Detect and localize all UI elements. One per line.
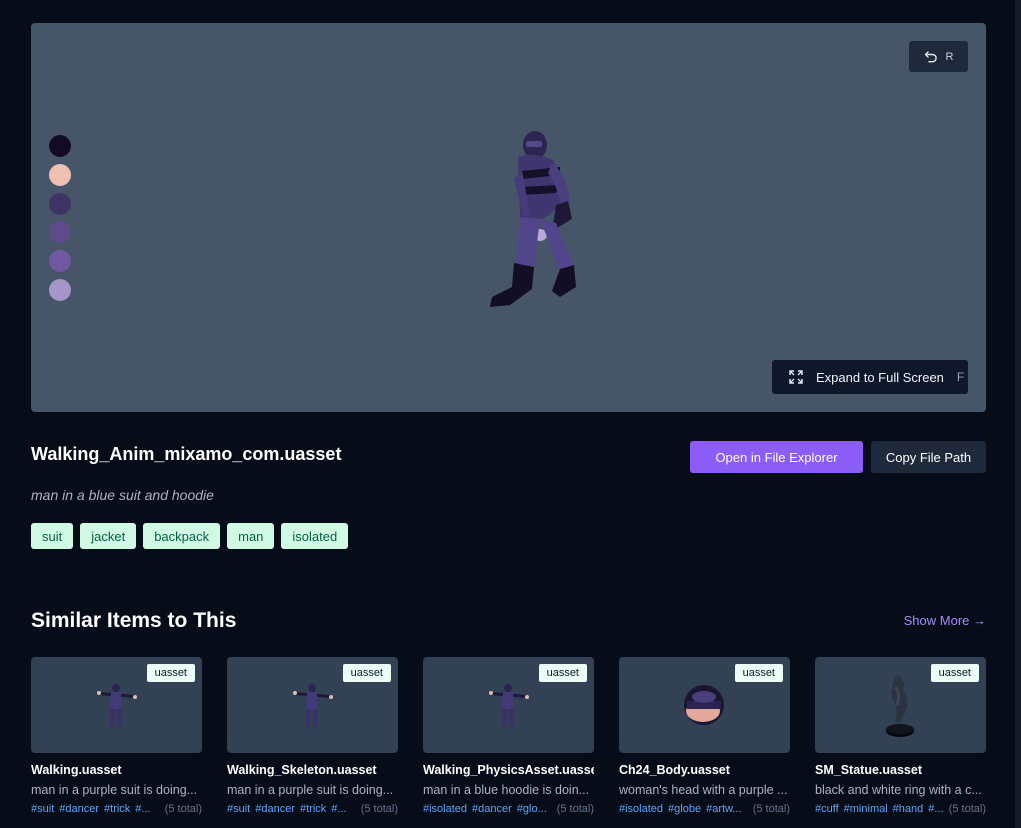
item-tag-total: (5 total): [948, 803, 986, 815]
item-tags: #suit #dancer #trick #... (5 total): [31, 803, 202, 815]
similar-item-card[interactable]: uasset Walking_PhysicsAsset.uasset man i…: [423, 657, 594, 815]
fullscreen-icon: [789, 370, 803, 384]
show-more-link[interactable]: Show More →: [904, 613, 986, 628]
item-tag-truncated: #glo...: [516, 803, 547, 815]
item-tag[interactable]: #dancer: [472, 803, 512, 815]
item-tag-truncated: #...: [928, 803, 944, 815]
similar-items-heading: Similar Items to This: [31, 609, 237, 632]
item-name: Ch24_Body.uasset: [619, 763, 730, 777]
item-tag-total: (5 total): [556, 803, 594, 815]
reset-view-button[interactable]: R: [909, 41, 968, 72]
item-name: Walking.uasset: [31, 763, 122, 777]
color-swatch: [49, 221, 71, 244]
item-tags: #isolated #globe #artw... (5 total): [619, 803, 790, 815]
item-tag[interactable]: #minimal: [844, 803, 888, 815]
expand-label: Expand to Full Screen: [816, 369, 944, 385]
item-thumbnail: uasset: [227, 657, 398, 753]
item-tag-truncated: #...: [331, 803, 347, 815]
similar-item-card[interactable]: uasset Ch24_Body.uasset woman's head wit…: [619, 657, 790, 815]
tag-chip[interactable]: man: [227, 523, 275, 549]
item-tag-truncated: #artw...: [706, 803, 742, 815]
item-tag[interactable]: #suit: [227, 803, 250, 815]
color-swatch: [49, 278, 71, 301]
item-tag-total: (5 total): [360, 803, 398, 815]
asset-title: Walking_Anim_mixamo_com.uasset: [31, 444, 342, 464]
undo-icon: [924, 50, 937, 62]
file-type-badge: uasset: [734, 664, 783, 682]
item-tag[interactable]: #dancer: [255, 803, 295, 815]
character-model: [490, 131, 576, 307]
open-in-file-explorer-button[interactable]: Open in File Explorer: [690, 441, 863, 473]
tag-chip[interactable]: jacket: [80, 523, 137, 549]
item-thumbnail: uasset: [815, 657, 986, 753]
item-tag[interactable]: #hand: [893, 803, 924, 815]
item-name: SM_Statue.uasset: [815, 763, 922, 777]
expand-fullscreen-button[interactable]: Expand to Full Screen F: [772, 360, 968, 394]
item-tag[interactable]: #isolated: [619, 803, 663, 815]
tag-chip[interactable]: suit: [31, 523, 74, 549]
item-description: man in a purple suit is doing...: [31, 783, 198, 797]
color-swatch: [49, 250, 71, 273]
item-tag[interactable]: #dancer: [59, 803, 99, 815]
item-description: black and white ring with a c...: [815, 783, 982, 797]
asset-tags: suit jacket backpack man isolated: [31, 523, 349, 549]
item-description: man in a purple suit is doing...: [227, 783, 394, 797]
similar-item-card[interactable]: uasset Walking_Skeleton.uasset man in a …: [227, 657, 398, 815]
item-name: Walking_Skeleton.uasset: [227, 763, 377, 777]
similar-item-card[interactable]: uasset Walking.uasset man in a purple su…: [31, 657, 202, 815]
file-type-badge: uasset: [930, 664, 979, 682]
item-tags: #cuff #minimal #hand #... (5 total): [815, 803, 986, 815]
color-swatch: [49, 163, 71, 186]
item-tag[interactable]: #trick: [104, 803, 130, 815]
item-tag[interactable]: #isolated: [423, 803, 467, 815]
expand-shortcut-key: F: [956, 370, 965, 384]
item-thumbnail: uasset: [31, 657, 202, 753]
tag-chip[interactable]: isolated: [281, 523, 349, 549]
item-tags: #isolated #dancer #glo... (5 total): [423, 803, 594, 815]
item-thumbnail: uasset: [619, 657, 790, 753]
item-tags: #suit #dancer #trick #... (5 total): [227, 803, 398, 815]
file-type-badge: uasset: [146, 664, 195, 682]
item-tag-total: (5 total): [164, 803, 202, 815]
item-name: Walking_PhysicsAsset.uasset: [423, 763, 594, 777]
item-tag-truncated: #...: [135, 803, 151, 815]
window-edge: [1015, 0, 1021, 828]
similar-items-list: uasset Walking.uasset man in a purple su…: [31, 657, 986, 815]
similar-item-card[interactable]: uasset SM_Statue.uasset black and white …: [815, 657, 986, 815]
model-viewer[interactable]: R Expand to Full Screen F: [31, 23, 986, 412]
item-description: woman's head with a purple ...: [619, 783, 788, 797]
asset-description: man in a blue suit and hoodie: [31, 487, 214, 503]
tag-chip[interactable]: backpack: [143, 523, 221, 549]
file-type-badge: uasset: [342, 664, 391, 682]
item-tag[interactable]: #cuff: [815, 803, 839, 815]
item-tag[interactable]: #trick: [300, 803, 326, 815]
item-tag[interactable]: #suit: [31, 803, 54, 815]
item-tag[interactable]: #globe: [668, 803, 701, 815]
color-swatch: [49, 135, 71, 157]
item-tag-total: (5 total): [752, 803, 790, 815]
copy-file-path-button[interactable]: Copy File Path: [871, 441, 986, 473]
color-palette: [49, 135, 71, 308]
reset-shortcut-key: R: [945, 50, 954, 63]
item-description: man in a blue hoodie is doin...: [423, 783, 590, 797]
file-type-badge: uasset: [538, 664, 587, 682]
color-swatch: [49, 192, 71, 215]
item-thumbnail: uasset: [423, 657, 594, 753]
